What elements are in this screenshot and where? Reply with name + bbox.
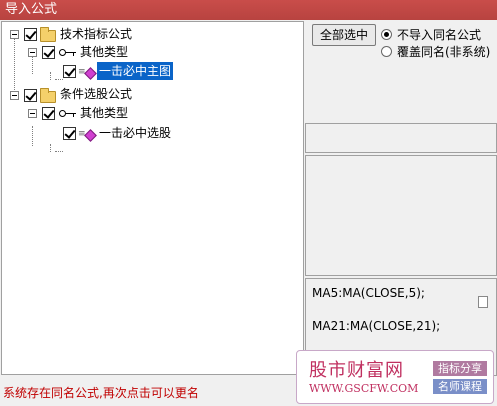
- tree-line: [50, 72, 51, 80]
- watermark-logo: 股市财富网 WWW.GSCFW.COM 指标分享 名师课程: [296, 350, 494, 404]
- tree-node-label-selected[interactable]: 一击必中主图: [97, 62, 174, 80]
- info-panel-large: [305, 155, 497, 276]
- radio-no-import[interactable]: [381, 29, 392, 40]
- key-icon: [59, 49, 77, 57]
- tree-node-label[interactable]: 其他类型: [80, 104, 128, 122]
- collapse-icon[interactable]: [10, 91, 19, 100]
- watermark-tag-share: 指标分享: [433, 361, 487, 376]
- tree-node-label[interactable]: 其他类型: [80, 43, 128, 61]
- radio-overwrite[interactable]: [381, 46, 392, 57]
- window-title: 导入公式: [0, 0, 497, 20]
- scroll-toggle[interactable]: [478, 296, 488, 308]
- status-message: 系统存在同名公式,再次点击可以更名: [3, 386, 199, 400]
- code-line: MA5:MA(CLOSE,5);: [312, 286, 425, 300]
- radio-no-import-label[interactable]: 不导入同名公式: [397, 28, 481, 42]
- checkbox-screening-main[interactable]: [63, 127, 76, 140]
- info-panel-small: [305, 123, 497, 153]
- code-line: MA21:MA(CLOSE,21);: [312, 319, 441, 333]
- tree-line: [55, 151, 63, 152]
- collapse-icon[interactable]: [28, 109, 37, 118]
- watermark-url: WWW.GSCFW.COM: [309, 382, 419, 395]
- checkbox-indicator-main[interactable]: [63, 65, 76, 78]
- tree-node-label[interactable]: 一击必中选股: [99, 124, 171, 142]
- watermark-title: 股市财富网: [309, 360, 404, 381]
- tree-line: [32, 126, 33, 146]
- tree-line: [32, 54, 33, 74]
- gem-icon: [84, 129, 97, 142]
- select-all-button[interactable]: 全部选中: [312, 24, 376, 46]
- folder-icon: [40, 27, 56, 42]
- gem-icon: [84, 67, 97, 80]
- tree-line: [14, 36, 15, 96]
- key-icon: [59, 110, 77, 118]
- tree-line: [55, 79, 63, 80]
- checkbox-other-types-2[interactable]: [42, 107, 55, 120]
- radio-overwrite-label[interactable]: 覆盖同名(非系统): [397, 45, 490, 59]
- collapse-icon[interactable]: [10, 30, 19, 39]
- tree-node-label[interactable]: 技术指标公式: [60, 25, 132, 43]
- watermark-tag-course: 名师课程: [433, 379, 487, 394]
- options-area: 全部选中 不导入同名公式 覆盖同名(非系统): [305, 21, 497, 121]
- tree-node-label[interactable]: 条件选股公式: [60, 85, 132, 103]
- checkbox-technical-formulas[interactable]: [24, 28, 37, 41]
- collapse-icon[interactable]: [28, 48, 37, 57]
- tree-line: [50, 144, 51, 152]
- folder-icon: [40, 88, 56, 103]
- checkbox-screening-formulas[interactable]: [24, 89, 37, 102]
- formula-tree[interactable]: 技术指标公式 其他类型 ≡ 一击必中主图 条件选股公式 其他类型 ≡ 一击必中选…: [1, 21, 304, 375]
- checkbox-other-types[interactable]: [42, 46, 55, 59]
